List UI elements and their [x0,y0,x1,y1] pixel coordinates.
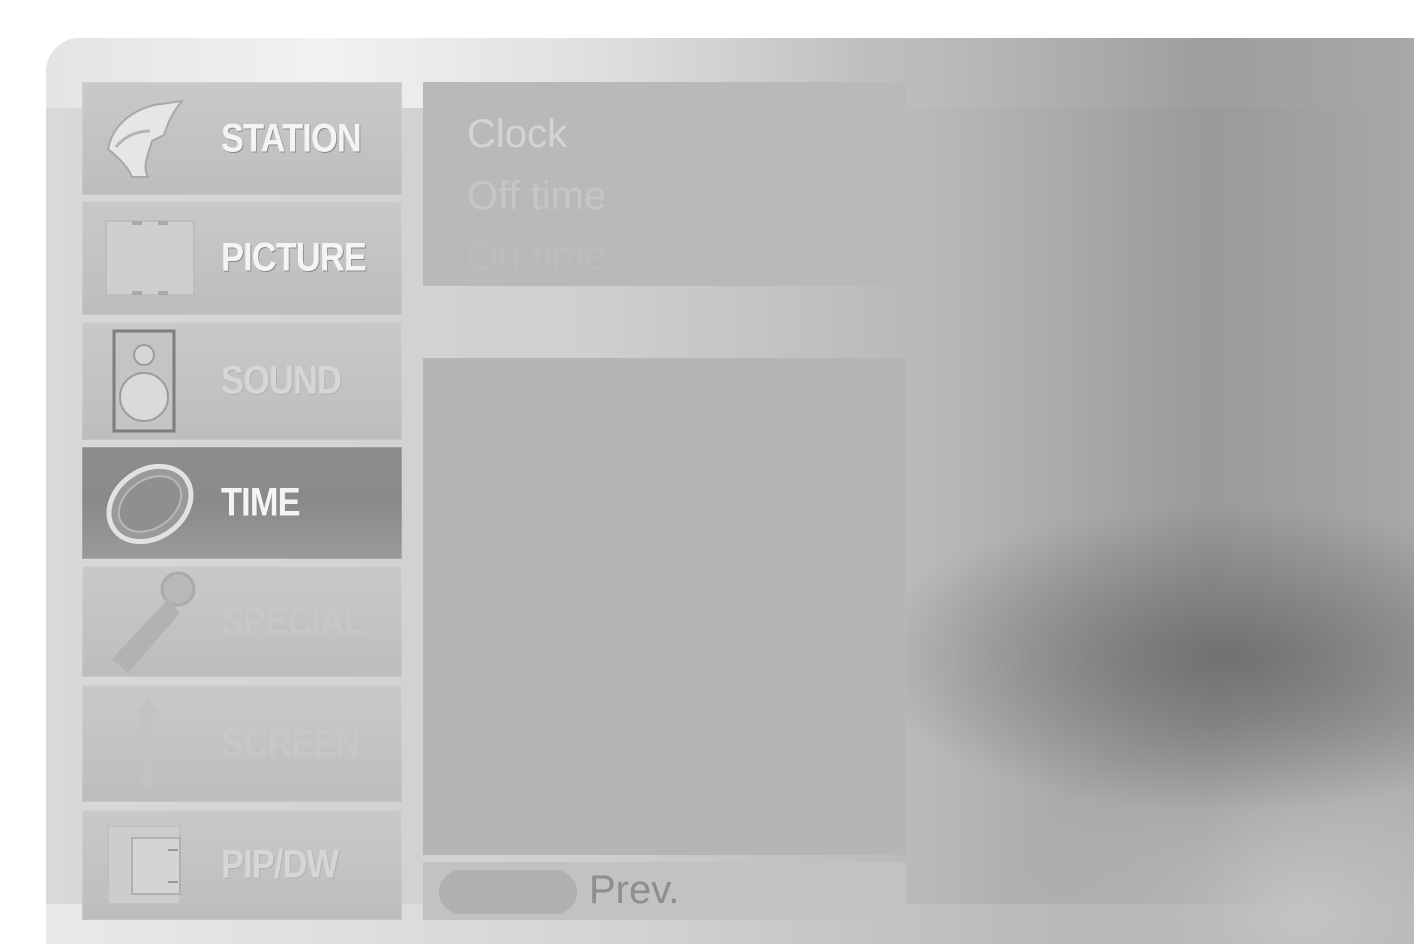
menu-item-sound[interactable]: SOUND [82,322,402,440]
footer-bar: Prev. [423,862,906,920]
prev-label: Prev. [589,868,680,912]
key-icon [112,571,196,673]
menu-item-station[interactable]: STATION [82,82,402,195]
speaker-icon [112,329,176,433]
time-submenu: Clock Off time On time [423,82,906,286]
menu-item-screen[interactable]: SCREEN [82,685,402,802]
prev-button[interactable] [439,870,577,914]
submenu-item-clock[interactable]: Clock [467,112,567,157]
osd-menu-panel: STATION PICTURE SOUND TIME SPECIAL SCREE… [46,38,1414,944]
menu-label-screen: SCREEN [221,721,360,765]
content-area [423,358,906,855]
menu-label-time: TIME [221,480,301,525]
submenu-item-on-time[interactable]: On time [467,234,607,279]
menu-label-special: SPECIAL [221,599,365,643]
menu-label-sound: SOUND [221,358,342,403]
menu-item-time[interactable]: TIME [82,447,402,559]
menu-item-special[interactable]: SPECIAL [82,566,402,677]
menu-item-picture[interactable]: PICTURE [82,201,402,315]
menu-item-pipdw[interactable]: PIP/DW [82,810,402,920]
menu-label-station: STATION [221,116,362,160]
menu-label-picture: PICTURE [221,235,367,280]
film-frame-icon [105,220,195,296]
clock-icon [106,463,194,545]
pip-window-icon [107,825,181,905]
menu-label-pipdw: PIP/DW [221,842,339,887]
submenu-item-off-time[interactable]: Off time [467,174,606,219]
satellite-dish-icon [106,99,185,178]
arrows-icon [104,697,190,790]
